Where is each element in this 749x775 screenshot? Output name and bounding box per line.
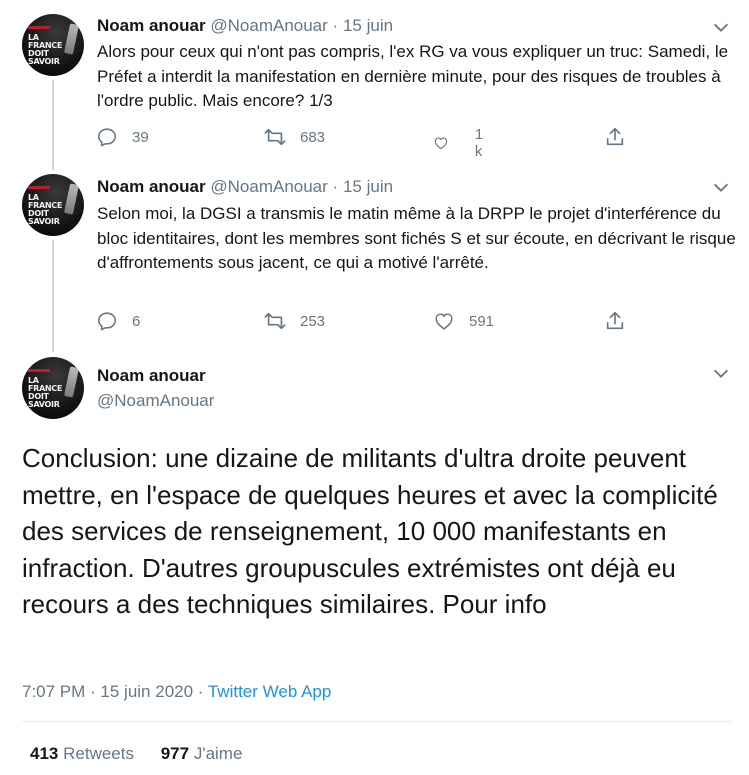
retweet-count: 683 xyxy=(300,128,326,146)
share-icon xyxy=(606,311,624,330)
chevron-down-icon[interactable] xyxy=(710,362,732,384)
chevron-down-icon[interactable] xyxy=(710,176,732,198)
avatar-lettering: LA FRANCE DOIT SAVOIR xyxy=(28,376,63,409)
reply-count: 39 xyxy=(132,128,149,146)
avatar[interactable]: LA FRANCE DOIT SAVOIR xyxy=(22,14,84,76)
reply-icon xyxy=(97,128,117,147)
tweet-header: Noam anouar @NoamAnouar · 15 juin xyxy=(97,177,393,197)
retweet-button[interactable]: 683 xyxy=(264,126,325,148)
separator: · xyxy=(332,16,339,35)
like-count: 591 xyxy=(469,312,495,330)
like-label: J'aime xyxy=(193,744,243,763)
share-button[interactable] xyxy=(604,310,626,332)
reply-button[interactable]: 39 xyxy=(96,126,149,148)
thread-connector xyxy=(52,240,54,352)
like-icon xyxy=(434,137,448,150)
retweet-label: Retweets xyxy=(63,744,134,763)
author-handle[interactable]: @NoamAnouar xyxy=(210,16,327,35)
retweet-button[interactable]: 253 xyxy=(264,310,325,332)
thread-tweet-2[interactable]: LA FRANCE DOIT SAVOIR Noam anouar @NoamA… xyxy=(0,170,749,352)
avatar[interactable]: LA FRANCE DOIT SAVOIR xyxy=(22,174,84,236)
like-button[interactable]: 591 xyxy=(433,310,494,332)
retweet-icon xyxy=(264,128,286,146)
avatar-lettering: LA FRANCE DOIT SAVOIR xyxy=(28,193,63,226)
divider xyxy=(22,721,732,722)
thread-tweet-1[interactable]: LA FRANCE DOIT SAVOIR Noam anouar @NoamA… xyxy=(0,0,749,170)
engagement-stats: 413 Retweets 977 J'aime xyxy=(30,744,242,764)
like-count: 1 k xyxy=(474,126,484,160)
tweet-header: Noam anouar @NoamAnouar · 15 juin xyxy=(97,16,393,36)
share-button[interactable] xyxy=(604,126,626,148)
tweet-date[interactable]: 15 juin xyxy=(343,16,393,35)
chevron-down-icon[interactable] xyxy=(710,16,732,38)
reply-button[interactable]: 6 xyxy=(96,310,140,332)
like-icon xyxy=(435,313,453,330)
separator: · xyxy=(332,177,339,196)
reply-icon xyxy=(97,312,117,331)
retweet-total: 413 xyxy=(30,744,59,763)
main-avatar[interactable]: LA FRANCE DOIT SAVOIR xyxy=(22,357,84,419)
tweet-meta: 7:07 PM · 15 juin 2020 · Twitter Web App xyxy=(22,682,331,702)
retweet-count: 253 xyxy=(300,312,326,330)
avatar-lettering: LA FRANCE DOIT SAVOIR xyxy=(28,33,63,66)
tweet-date[interactable]: 15 juin xyxy=(343,177,393,196)
main-author-handle[interactable]: @NoamAnouar xyxy=(97,391,214,411)
share-icon xyxy=(606,127,624,146)
author-name[interactable]: Noam anouar xyxy=(97,177,206,196)
thread-connector xyxy=(52,80,54,170)
retweets-stat[interactable]: 413 Retweets xyxy=(30,744,134,763)
source-app-link[interactable]: Twitter Web App xyxy=(208,682,331,701)
author-handle[interactable]: @NoamAnouar xyxy=(210,177,327,196)
like-total: 977 xyxy=(160,744,190,763)
tweet-timestamp[interactable]: 7:07 PM · 15 juin 2020 · xyxy=(22,682,208,701)
like-button[interactable]: 1 k xyxy=(433,126,489,160)
main-tweet-text: Conclusion: une dizaine de militants d'u… xyxy=(22,443,718,619)
likes-stat[interactable]: 977 J'aime xyxy=(161,744,243,763)
author-name[interactable]: Noam anouar xyxy=(97,16,206,35)
main-author-name[interactable]: Noam anouar xyxy=(97,366,206,386)
tweet-text: Alors pour ceux qui n'ont pas compris, l… xyxy=(97,42,729,110)
tweet-text: Selon moi, la DGSI a transmis le matin m… xyxy=(97,204,736,272)
reply-count: 6 xyxy=(132,312,141,330)
retweet-icon xyxy=(264,312,286,330)
